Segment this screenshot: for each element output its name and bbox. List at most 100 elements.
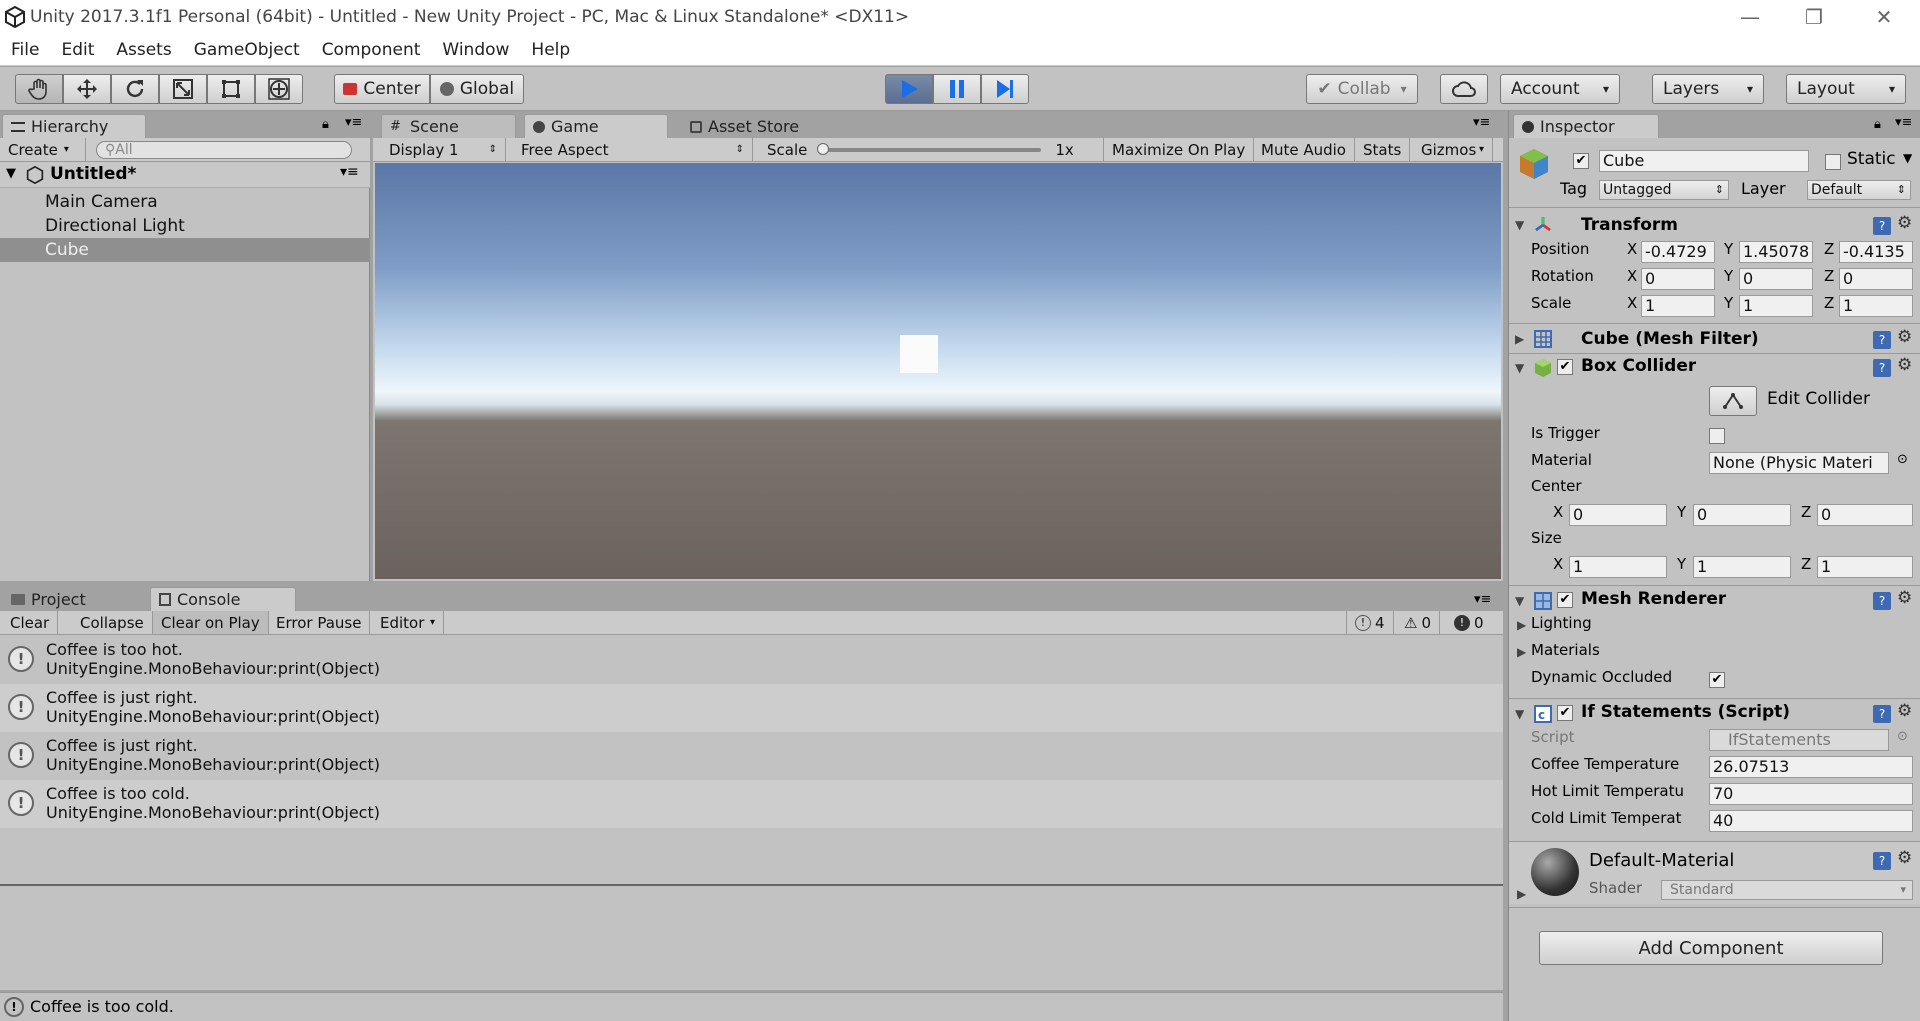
expand-arrow-icon[interactable]: ▶ bbox=[1517, 618, 1526, 632]
aspect-dropdown[interactable]: Free Aspect ⇕ bbox=[513, 138, 753, 161]
menu-window[interactable]: Window bbox=[431, 36, 520, 64]
script-enabled-checkbox[interactable]: ✔ bbox=[1557, 705, 1573, 721]
expand-arrow-icon[interactable]: ▶ bbox=[1515, 332, 1524, 346]
move-tool-button[interactable] bbox=[63, 74, 111, 104]
coffee-temperature-field[interactable]: 26.07513 bbox=[1709, 756, 1913, 778]
console-entry[interactable]: ! Coffee is just right. UnityEngine.MonoBe… bbox=[0, 684, 1503, 732]
rotation-x-field[interactable]: 0 bbox=[1641, 268, 1715, 290]
panel-menu-icon[interactable]: ▾≡ bbox=[345, 115, 362, 130]
scale-slider-thumb[interactable] bbox=[817, 142, 830, 155]
stats-toggle[interactable]: Stats bbox=[1355, 138, 1411, 161]
hierarchy-item-directional-light[interactable]: Directional Light bbox=[0, 214, 370, 238]
scale-slider[interactable] bbox=[817, 142, 1042, 155]
cold-limit-field[interactable]: 40 bbox=[1709, 810, 1913, 832]
tab-console[interactable]: Console bbox=[150, 587, 296, 611]
error-pause-toggle[interactable]: Error Pause bbox=[268, 611, 371, 634]
physic-material-field[interactable]: None (Physic Materi bbox=[1709, 452, 1889, 474]
tag-dropdown[interactable]: Untagged ⇕ bbox=[1599, 180, 1729, 200]
object-picker-icon[interactable]: ⊙ bbox=[1897, 452, 1908, 467]
maximize-on-play-toggle[interactable]: Maximize On Play bbox=[1103, 138, 1255, 161]
lock-icon[interactable]: 🔒︎ bbox=[322, 117, 329, 132]
position-z-field[interactable]: -0.4135 bbox=[1839, 241, 1913, 263]
tab-project[interactable]: Project bbox=[2, 587, 142, 611]
menu-help[interactable]: Help bbox=[520, 36, 581, 64]
account-dropdown[interactable]: Account bbox=[1500, 74, 1620, 104]
help-icon[interactable]: ? bbox=[1873, 705, 1891, 723]
editor-dropdown[interactable]: Editor ▾ bbox=[372, 611, 444, 634]
gear-icon[interactable]: ⚙ bbox=[1897, 701, 1912, 721]
collapse-arrow-icon[interactable]: ▼ bbox=[1515, 218, 1524, 232]
collab-dropdown[interactable]: ✔ Collab bbox=[1306, 74, 1418, 104]
collapse-arrow-icon[interactable]: ▼ bbox=[1515, 594, 1524, 608]
mute-audio-toggle[interactable]: Mute Audio bbox=[1253, 138, 1355, 161]
object-name-input[interactable]: Cube bbox=[1599, 150, 1809, 172]
error-count-toggle[interactable]: ! 0 bbox=[1446, 611, 1492, 634]
rotate-tool-button[interactable] bbox=[111, 74, 159, 104]
lock-icon[interactable]: 🔒︎ bbox=[1874, 117, 1881, 132]
hierarchy-search[interactable]: ⚲All bbox=[96, 141, 352, 159]
position-y-field[interactable]: 1.45078 bbox=[1739, 241, 1813, 263]
step-button[interactable] bbox=[981, 74, 1029, 104]
hierarchy-item-cube[interactable]: Cube bbox=[0, 238, 370, 262]
console-menu-icon[interactable]: ▾≡ bbox=[1474, 592, 1491, 607]
scene-header[interactable]: ▼ Untitled* ▾≡ bbox=[0, 162, 370, 188]
panel-menu-icon[interactable]: ▾≡ bbox=[1895, 115, 1912, 130]
display-dropdown[interactable]: Display 1 ⇕ bbox=[381, 138, 506, 161]
console-entry[interactable]: ! Coffee is just right. UnityEngine.MonoBe… bbox=[0, 732, 1503, 780]
create-dropdown[interactable]: Create ▾ bbox=[0, 138, 86, 161]
expand-arrow-icon[interactable]: ▶ bbox=[1517, 645, 1526, 659]
scale-z-field[interactable]: 1 bbox=[1839, 295, 1913, 317]
position-x-field[interactable]: -0.4729 bbox=[1641, 241, 1715, 263]
size-z-field[interactable]: 1 bbox=[1817, 556, 1913, 578]
help-icon[interactable]: ? bbox=[1873, 592, 1891, 610]
help-icon[interactable]: ? bbox=[1873, 359, 1891, 377]
layer-dropdown[interactable]: Default ⇕ bbox=[1807, 180, 1911, 200]
is-trigger-checkbox[interactable] bbox=[1709, 428, 1725, 444]
console-split-divider[interactable] bbox=[0, 884, 1503, 886]
game-panel-menu-icon[interactable]: ▾≡ bbox=[1473, 115, 1490, 130]
mesh-renderer-enabled-checkbox[interactable]: ✔ bbox=[1557, 592, 1573, 608]
scale-y-field[interactable]: 1 bbox=[1739, 295, 1813, 317]
space-global-button[interactable]: Global bbox=[430, 74, 524, 104]
gear-icon[interactable]: ⚙ bbox=[1897, 848, 1912, 868]
console-entry[interactable]: ! Coffee is too hot. UnityEngine.MonoBehav… bbox=[0, 636, 1503, 684]
help-icon[interactable]: ? bbox=[1873, 331, 1891, 349]
expand-arrow-icon[interactable]: ▼ bbox=[6, 166, 16, 181]
clear-on-play-toggle[interactable]: Clear on Play bbox=[153, 611, 269, 634]
collapse-toggle[interactable]: Collapse bbox=[72, 611, 153, 634]
status-bar[interactable]: ! Coffee is too cold. bbox=[0, 992, 1503, 1021]
center-z-field[interactable]: 0 bbox=[1817, 504, 1913, 526]
gear-icon[interactable]: ⚙ bbox=[1897, 588, 1912, 608]
expand-arrow-icon[interactable]: ▶ bbox=[1517, 887, 1526, 901]
gear-icon[interactable]: ⚙ bbox=[1897, 213, 1912, 233]
tab-game[interactable]: Game bbox=[524, 114, 668, 138]
tab-hierarchy[interactable]: Hierarchy bbox=[2, 114, 146, 138]
menu-file[interactable]: File bbox=[0, 36, 50, 64]
hand-tool-button[interactable] bbox=[15, 74, 63, 104]
scale-x-field[interactable]: 1 bbox=[1641, 295, 1715, 317]
static-checkbox[interactable] bbox=[1825, 154, 1841, 170]
menu-gameobject[interactable]: GameObject bbox=[183, 36, 311, 64]
box-collider-enabled-checkbox[interactable]: ✔ bbox=[1557, 359, 1573, 375]
restore-button[interactable]: ❐ bbox=[1786, 0, 1842, 36]
minimize-button[interactable]: — bbox=[1722, 0, 1778, 36]
play-button[interactable] bbox=[885, 74, 933, 104]
menu-assets[interactable]: Assets bbox=[105, 36, 182, 64]
clear-button[interactable]: Clear bbox=[2, 611, 59, 634]
active-checkbox[interactable]: ✔ bbox=[1573, 153, 1589, 169]
gear-icon[interactable]: ⚙ bbox=[1897, 355, 1912, 375]
center-y-field[interactable]: 0 bbox=[1693, 504, 1791, 526]
layers-dropdown[interactable]: Layers bbox=[1652, 74, 1764, 104]
hierarchy-item-main-camera[interactable]: Main Camera bbox=[0, 190, 370, 214]
help-icon[interactable]: ? bbox=[1873, 852, 1891, 870]
gizmos-dropdown[interactable]: Gizmos ▾ bbox=[1413, 138, 1493, 161]
lighting-foldout[interactable]: Lighting bbox=[1531, 614, 1592, 632]
gear-icon[interactable]: ⚙ bbox=[1897, 327, 1912, 347]
help-icon[interactable]: ? bbox=[1873, 217, 1891, 235]
tab-scene[interactable]: # Scene bbox=[381, 114, 516, 138]
static-dropdown-arrow-icon[interactable]: ▼ bbox=[1903, 151, 1912, 165]
pivot-center-button[interactable]: Center bbox=[334, 74, 430, 104]
game-viewport[interactable] bbox=[375, 163, 1501, 579]
scale-tool-button[interactable] bbox=[159, 74, 207, 104]
shader-dropdown[interactable]: Standard ▾ bbox=[1661, 880, 1913, 900]
